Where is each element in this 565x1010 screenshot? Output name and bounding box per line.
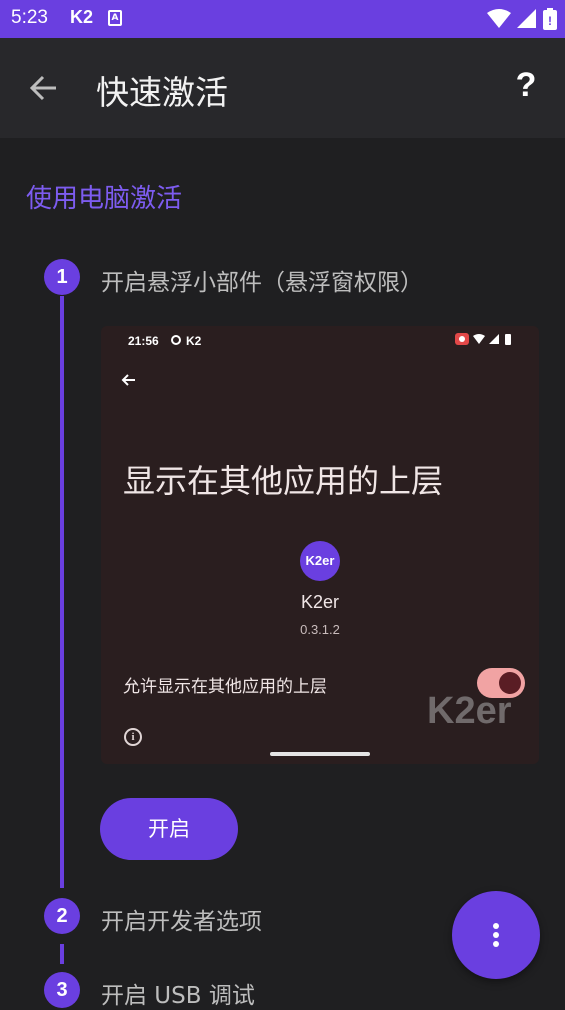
more-options-button[interactable]	[452, 891, 540, 979]
section-title: 使用电脑激活	[26, 184, 183, 214]
enable-button[interactable]: 开启	[100, 798, 238, 860]
notification-icon: A	[108, 10, 122, 26]
step-number-3: 3	[44, 972, 80, 1008]
status-carrier: K2	[70, 7, 94, 27]
battery-icon: !	[543, 8, 557, 30]
step-number-1: 1	[44, 259, 80, 295]
step-number-2: 2	[44, 898, 80, 934]
preview-back-icon	[119, 370, 139, 390]
home-indicator	[270, 752, 370, 756]
record-icon	[171, 335, 181, 345]
preview-allow-label: 允许显示在其他应用的上层	[123, 677, 327, 697]
status-time: 5:23	[11, 7, 48, 28]
page-title: 快速激活	[96, 73, 228, 112]
preview-heading: 显示在其他应用的上层	[123, 462, 444, 500]
step-label-3: 开启 USB 调试	[101, 983, 255, 1009]
back-button[interactable]	[24, 68, 64, 108]
signal-icon	[489, 334, 499, 344]
watermark: K2er	[427, 690, 512, 732]
preview-time: 21:56	[128, 334, 159, 348]
signal-icon	[517, 9, 536, 28]
app-logo: K2er	[300, 541, 340, 581]
preview-status-icons	[455, 333, 511, 345]
preview-carrier: K2	[186, 334, 202, 348]
status-icons: !	[487, 8, 557, 30]
preview-version: 0.3.1.2	[300, 622, 340, 637]
step-label-1: 开启悬浮小部件（悬浮窗权限）	[101, 270, 423, 296]
wifi-icon	[473, 334, 485, 344]
arrow-left-icon	[29, 75, 56, 101]
wifi-icon	[487, 9, 511, 28]
cast-icon	[455, 333, 469, 345]
app-bar: 快速激活 ?	[0, 38, 565, 138]
status-bar: 5:23 K2 A !	[0, 0, 565, 38]
preview-app-name: K2er	[300, 592, 340, 612]
help-button[interactable]: ?	[509, 66, 543, 106]
info-icon: i	[124, 728, 142, 746]
step-label-2: 开启开发者选项	[101, 909, 262, 935]
battery-icon	[505, 333, 511, 345]
timeline-line	[60, 296, 64, 888]
instruction-preview: 21:56 K2 显示在其他应用的上层 K2er K2er 0.3.1.2 允许…	[101, 326, 539, 764]
timeline-line	[60, 944, 64, 964]
svg-text:!: !	[548, 14, 552, 28]
